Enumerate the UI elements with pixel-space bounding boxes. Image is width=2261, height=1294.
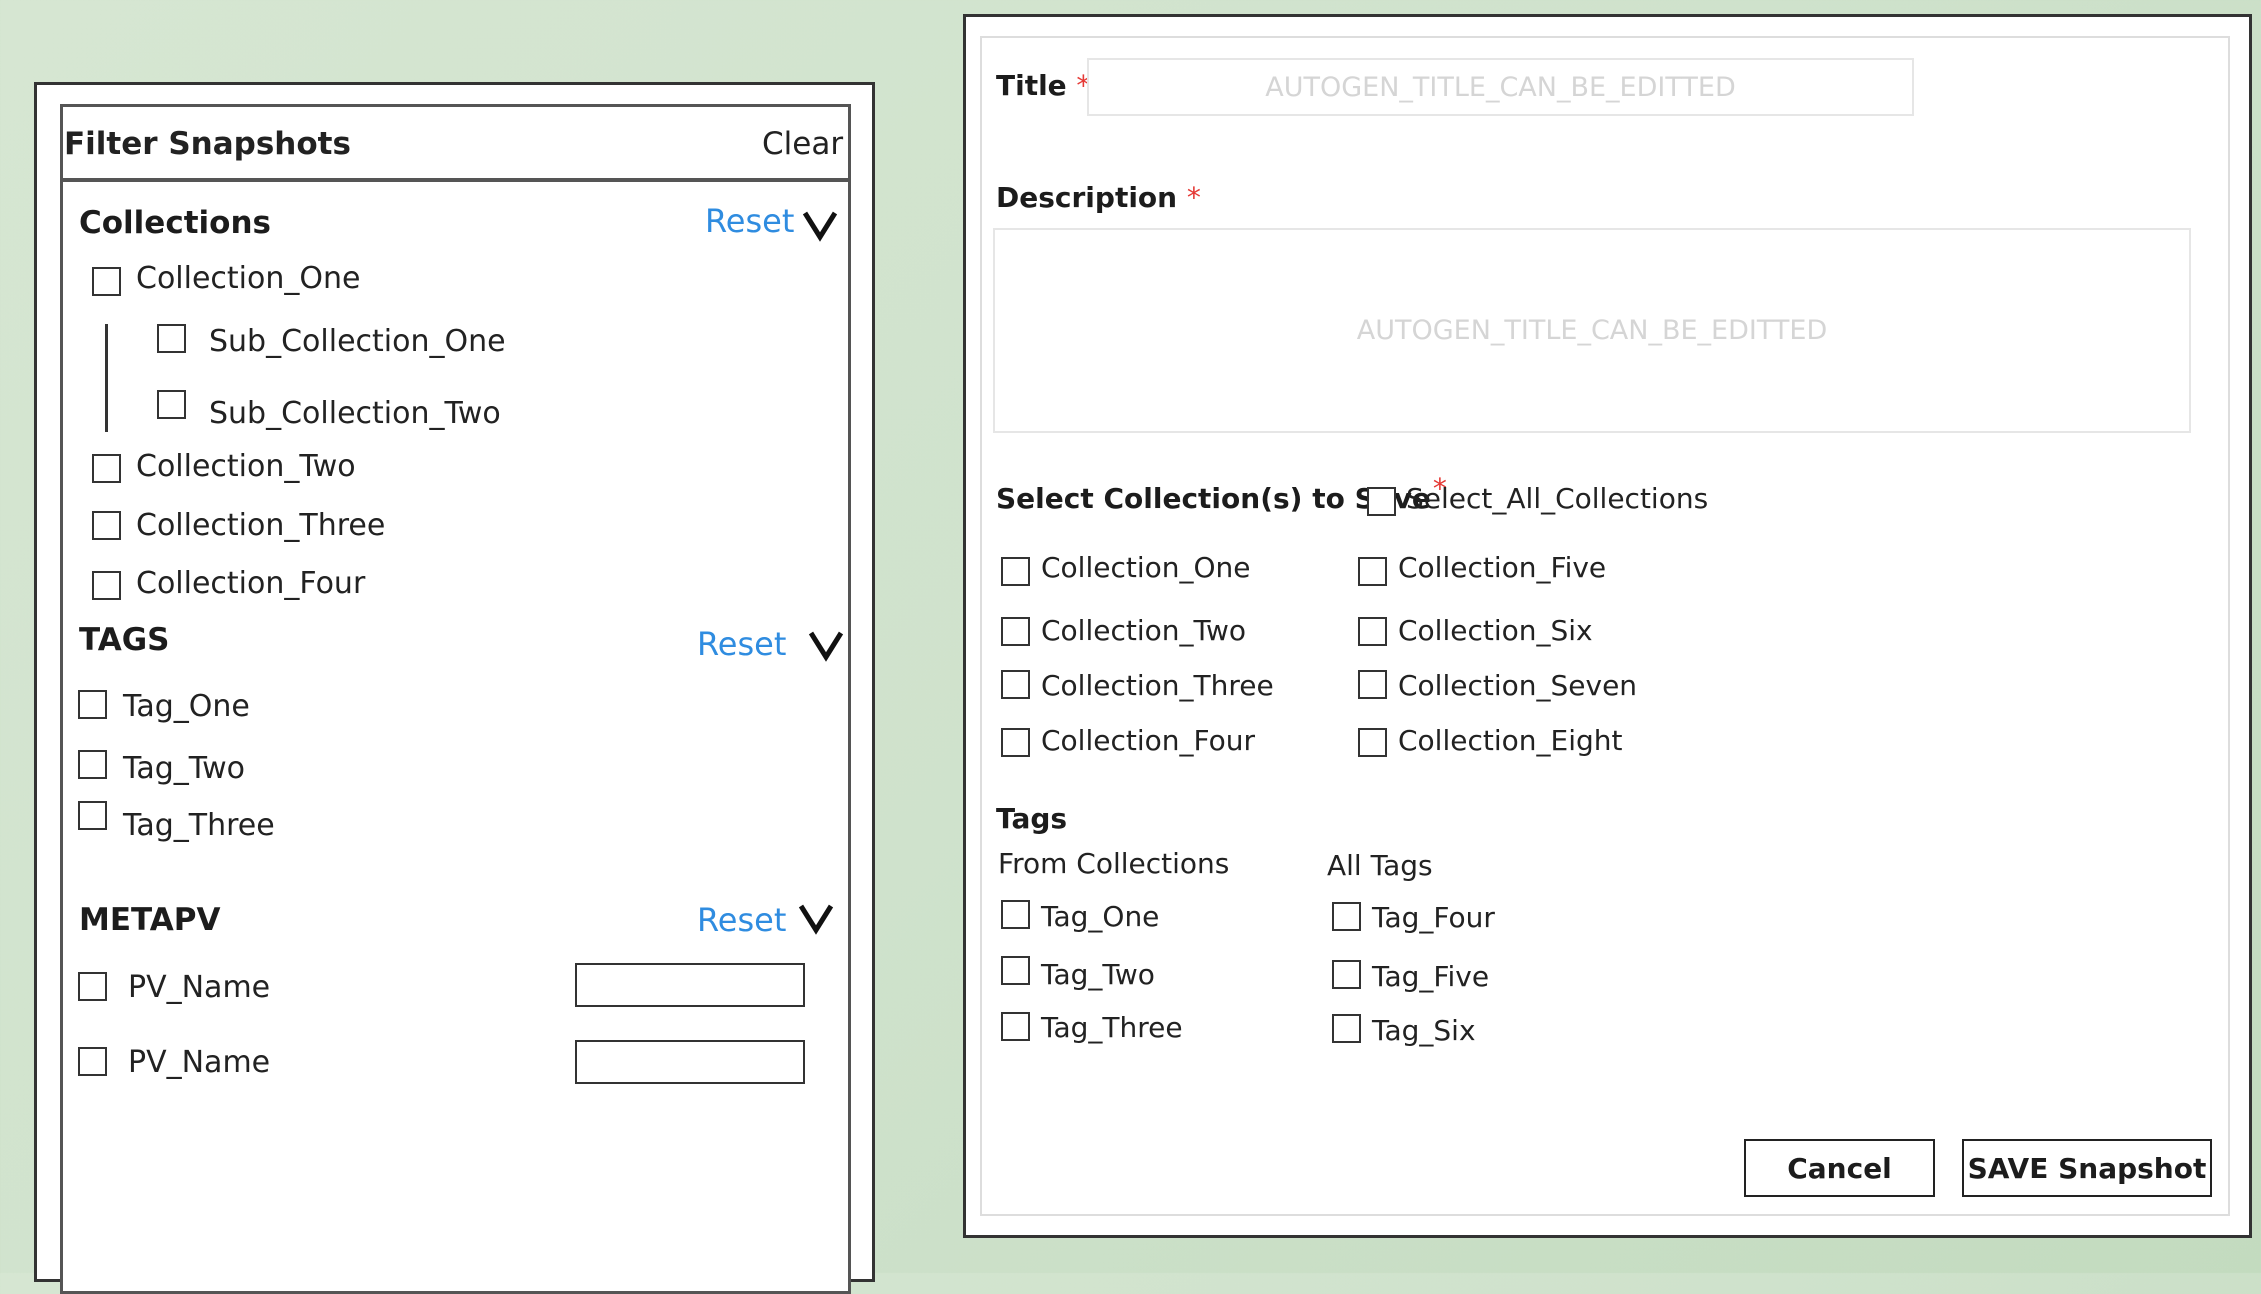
save-tag-two-checkbox[interactable] xyxy=(1001,956,1030,985)
save-collection-eight-checkbox[interactable] xyxy=(1358,728,1387,757)
collections-reset-link[interactable]: Reset xyxy=(705,201,794,241)
collection-one-checkbox[interactable] xyxy=(92,267,121,296)
all-tags-label: All Tags xyxy=(1327,849,1433,882)
select-collections-label-text: Select Collection(s) to Save xyxy=(996,482,1431,515)
collection-three-checkbox[interactable] xyxy=(92,511,121,540)
save-tag-one-checkbox[interactable] xyxy=(1001,900,1030,929)
collection-four-checkbox[interactable] xyxy=(92,571,121,600)
save-collection-five-label: Collection_Five xyxy=(1398,551,1607,584)
save-tag-two-label: Tag_Two xyxy=(1041,958,1155,991)
save-tag-four-checkbox[interactable] xyxy=(1332,902,1361,931)
save-collection-two-label: Collection_Two xyxy=(1041,614,1246,647)
pv-name-2-input[interactable] xyxy=(575,1040,805,1084)
tags-chevron-down-icon[interactable] xyxy=(806,625,846,665)
save-collection-five-checkbox[interactable] xyxy=(1358,557,1387,586)
tag-three-checkbox[interactable] xyxy=(78,801,107,830)
sub-collection-two-checkbox[interactable] xyxy=(157,390,186,419)
collection-three-label: Collection_Three xyxy=(136,508,386,543)
collection-one-label: Collection_One xyxy=(136,261,361,296)
tag-two-label: Tag_Two xyxy=(123,751,246,786)
description-textarea[interactable]: AUTOGEN_TITLE_CAN_BE_EDITTED xyxy=(993,228,2191,433)
tags-heading: TAGS xyxy=(79,622,170,658)
cancel-button[interactable]: Cancel xyxy=(1744,1139,1935,1197)
sub-collection-two-label: Sub_Collection_Two xyxy=(209,396,501,431)
collection-two-label: Collection_Two xyxy=(136,449,356,484)
save-collection-seven-label: Collection_Seven xyxy=(1398,669,1638,702)
description-required-mark: * xyxy=(1186,181,1201,214)
save-tag-five-label: Tag_Five xyxy=(1372,960,1490,993)
sub-collection-tree-line xyxy=(105,324,108,432)
pv-name-2-checkbox[interactable] xyxy=(78,1047,107,1076)
collections-heading: Collections xyxy=(79,205,271,241)
save-snapshot-button[interactable]: SAVE Snapshot xyxy=(1962,1139,2212,1197)
header-divider xyxy=(60,178,851,182)
save-collection-three-checkbox[interactable] xyxy=(1001,670,1030,699)
sub-collection-one-label: Sub_Collection_One xyxy=(209,324,506,359)
metapv-reset-link[interactable]: Reset xyxy=(697,900,786,940)
save-tag-six-checkbox[interactable] xyxy=(1332,1014,1361,1043)
tag-three-label: Tag_Three xyxy=(123,808,275,843)
save-tag-three-checkbox[interactable] xyxy=(1001,1012,1030,1041)
save-collection-one-label: Collection_One xyxy=(1041,551,1251,584)
collections-chevron-down-icon[interactable] xyxy=(800,205,840,245)
save-collection-eight-label: Collection_Eight xyxy=(1398,724,1623,757)
select-all-collections-label: Select_All_Collections xyxy=(1406,482,1709,515)
collection-four-label: Collection_Four xyxy=(136,566,366,601)
filter-panel-title: Filter Snapshots xyxy=(64,126,351,162)
tag-one-label: Tag_One xyxy=(123,689,250,724)
save-collection-seven-checkbox[interactable] xyxy=(1358,670,1387,699)
save-tag-five-checkbox[interactable] xyxy=(1332,960,1361,989)
from-collections-label: From Collections xyxy=(998,847,1230,880)
pv-name-1-input[interactable] xyxy=(575,963,805,1007)
metapv-chevron-down-icon[interactable] xyxy=(796,898,836,938)
pv-name-2-label: PV_Name xyxy=(128,1045,271,1080)
save-collection-three-label: Collection_Three xyxy=(1041,669,1274,702)
save-collection-six-checkbox[interactable] xyxy=(1358,617,1387,646)
pv-name-1-label: PV_Name xyxy=(128,970,271,1005)
collection-two-checkbox[interactable] xyxy=(92,454,121,483)
save-collection-four-label: Collection_Four xyxy=(1041,724,1255,757)
pv-name-1-checkbox[interactable] xyxy=(78,972,107,1001)
save-collection-four-checkbox[interactable] xyxy=(1001,728,1030,757)
sub-collection-one-checkbox[interactable] xyxy=(157,324,186,353)
description-label-text: Description xyxy=(996,181,1178,214)
tags-section-heading: Tags xyxy=(996,802,1068,835)
tag-two-checkbox[interactable] xyxy=(78,750,107,779)
title-label-text: Title xyxy=(996,69,1067,102)
save-tag-four-label: Tag_Four xyxy=(1372,901,1495,934)
description-label: Description * xyxy=(996,180,1201,216)
save-tag-six-label: Tag_Six xyxy=(1372,1014,1476,1047)
select-all-collections-checkbox[interactable] xyxy=(1367,487,1396,516)
tag-one-checkbox[interactable] xyxy=(78,690,107,719)
tags-reset-link[interactable]: Reset xyxy=(697,624,786,664)
save-collection-one-checkbox[interactable] xyxy=(1001,557,1030,586)
save-collection-two-checkbox[interactable] xyxy=(1001,617,1030,646)
save-tag-three-label: Tag_Three xyxy=(1041,1011,1183,1044)
save-collection-six-label: Collection_Six xyxy=(1398,614,1593,647)
metapv-heading: METAPV xyxy=(79,902,221,938)
title-label: Title * xyxy=(996,68,1090,104)
save-tag-one-label: Tag_One xyxy=(1041,900,1160,933)
clear-button[interactable]: Clear xyxy=(762,124,843,164)
title-input[interactable]: AUTOGEN_TITLE_CAN_BE_EDITTED xyxy=(1087,58,1914,116)
